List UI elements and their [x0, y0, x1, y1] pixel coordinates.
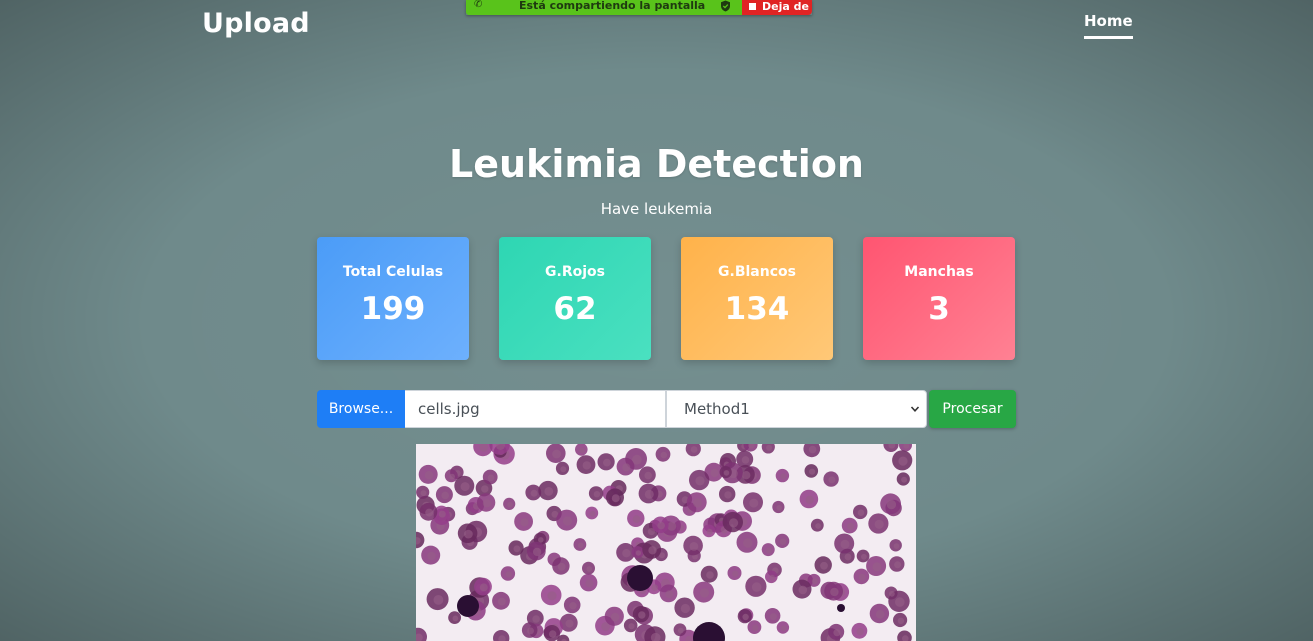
file-name-field[interactable]: cells.jpg: [405, 390, 666, 428]
stat-card-total-cells: Total Celulas 199: [317, 237, 469, 360]
shield-icon: [721, 0, 730, 12]
stop-icon: [749, 3, 756, 10]
stop-sharing-label: Deja de: [762, 0, 809, 13]
stat-card-white-cells: G.Blancos 134: [681, 237, 833, 360]
stat-label: G.Rojos: [545, 264, 605, 280]
phone-icon: ✆: [474, 0, 483, 10]
screen-share-message-area: ✆ Está compartiendo la pantalla: [466, 0, 742, 15]
stat-label: G.Blancos: [718, 264, 796, 280]
method-select-value: Method1: [684, 400, 750, 418]
stat-card-spots: Manchas 3: [863, 237, 1015, 360]
screen-share-bar: ✆ Está compartiendo la pantalla Deja de: [466, 0, 812, 15]
method-select[interactable]: Method1: [666, 390, 927, 428]
stat-value: 62: [553, 291, 597, 327]
process-button[interactable]: Procesar: [929, 390, 1016, 428]
stat-label: Total Celulas: [342, 264, 444, 280]
browse-button[interactable]: Browse...: [317, 390, 405, 428]
chevron-down-icon: [910, 406, 920, 412]
stat-value: 3: [928, 291, 950, 327]
screen-share-message: Está compartiendo la pantalla: [519, 0, 706, 12]
stop-sharing-button[interactable]: Deja de: [742, 0, 812, 15]
page-subtitle: Have leukemia: [600, 200, 713, 218]
page-title: Leukimia Detection: [449, 142, 864, 186]
cell-sample-image: [416, 444, 916, 641]
stat-value: 134: [724, 291, 790, 327]
nav-home-link[interactable]: Home: [1084, 12, 1133, 39]
stat-value: 199: [360, 291, 426, 327]
stat-card-red-cells: G.Rojos 62: [499, 237, 651, 360]
navbar-brand[interactable]: Upload: [202, 8, 310, 39]
blood-smear-image: [416, 444, 916, 641]
stat-label: Manchas: [904, 264, 974, 280]
